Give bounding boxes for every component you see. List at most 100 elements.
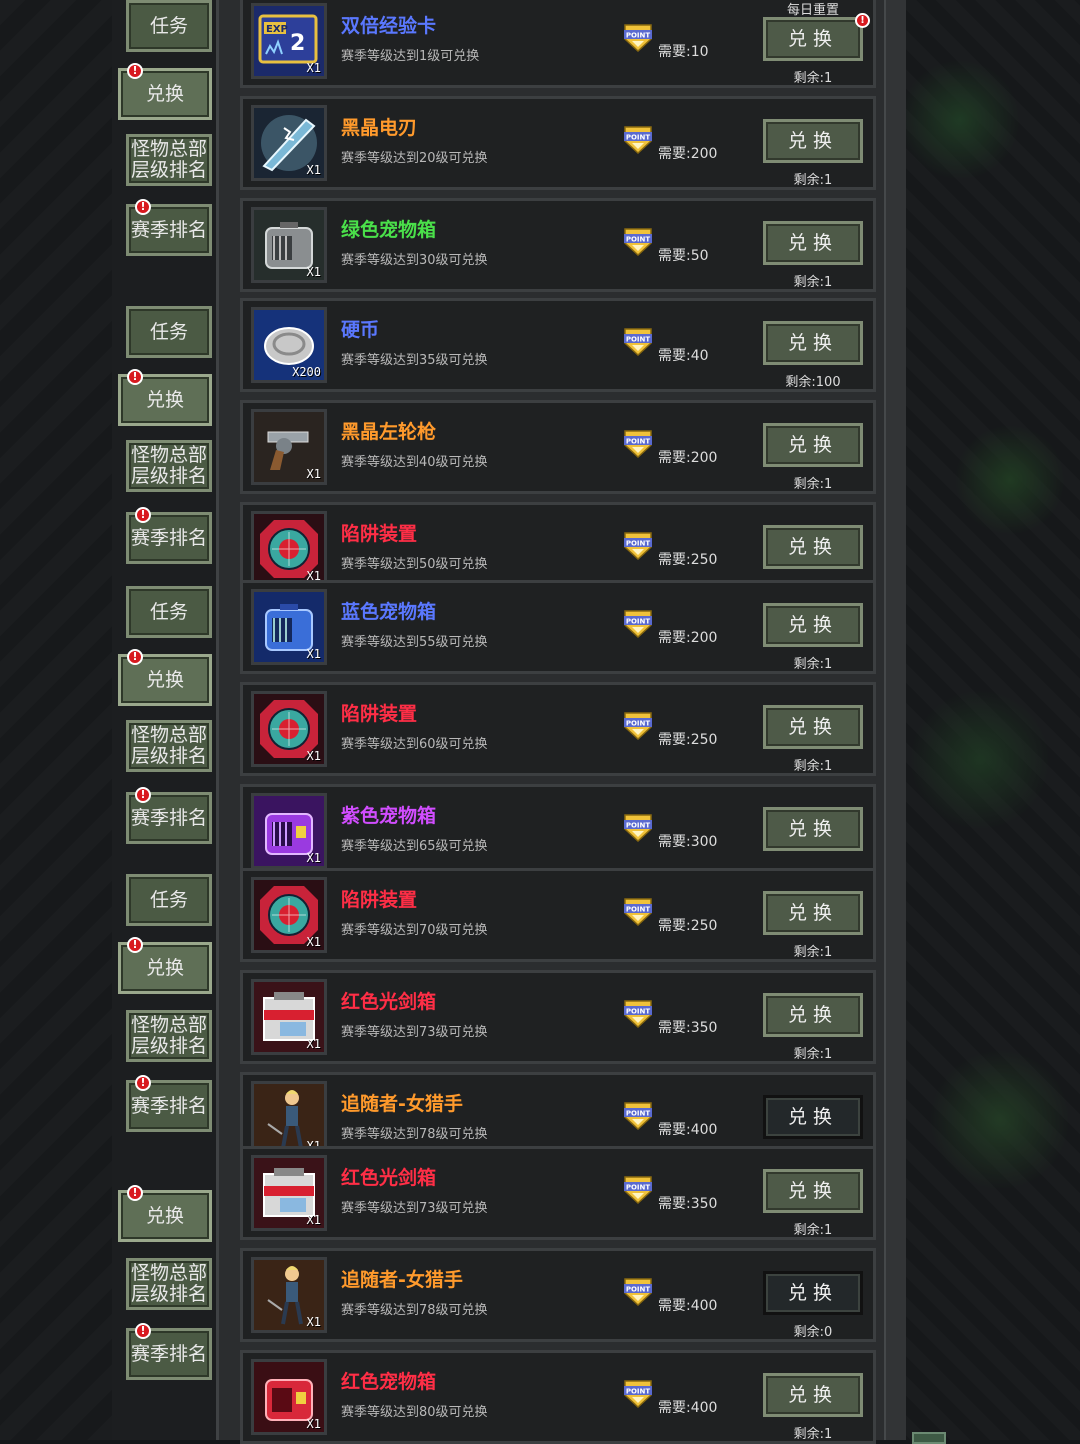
item-cost: 需要:400	[658, 1400, 718, 1416]
sidebar-tab[interactable]: 赛季排名!	[126, 199, 212, 256]
corner-button[interactable]	[912, 1432, 946, 1444]
exchange-button[interactable]: 兑换	[763, 17, 863, 61]
sidebar-tab[interactable]: 兑换!	[118, 649, 212, 706]
sidebar-tab[interactable]: 赛季排名!	[126, 1075, 212, 1132]
sidebar-tab[interactable]: 任务	[126, 874, 212, 926]
exchange-button[interactable]: 兑换	[763, 119, 863, 163]
sidebar-tab[interactable]: 任务	[126, 306, 212, 358]
remaining-count: 剩余:1	[793, 1427, 833, 1442]
alert-dot-icon: !	[135, 1075, 151, 1091]
sidebar-tab-label: 怪物总部 层级排名	[130, 138, 207, 181]
sidebar-tab[interactable]: 赛季排名!	[126, 787, 212, 844]
remaining-count: 剩余:1	[793, 173, 833, 188]
exchange-item-row: X1 陷阱装置 赛季等级达到60级可兑换 POINT 需要:250 兑换 剩余:1	[240, 682, 876, 776]
item-requirement: 赛季等级达到73级可兑换	[341, 1025, 488, 1040]
sidebar-tab[interactable]: 怪物总部 层级排名	[126, 440, 212, 492]
trap-icon: X1	[251, 691, 327, 767]
sidebar-tab[interactable]: 怪物总部 层级排名	[126, 134, 212, 186]
exchange-item-row: X1 红色宠物箱 赛季等级达到80级可兑换 POINT 需要:400 兑换 剩余:1	[240, 1350, 876, 1444]
item-requirement: 赛季等级达到60级可兑换	[341, 737, 488, 752]
exchange-button[interactable]: 兑换	[763, 423, 863, 467]
sidebar-tab[interactable]: 怪物总部 层级排名	[126, 720, 212, 772]
sidebar-tab-label: 赛季排名	[130, 806, 207, 829]
exchange-button[interactable]: 兑换	[763, 1169, 863, 1213]
exchange-button[interactable]: 兑换	[763, 705, 863, 749]
sidebar-tab[interactable]: 怪物总部 层级排名	[126, 1258, 212, 1310]
item-cost: 需要:40	[658, 348, 709, 364]
sidebar-tab[interactable]: 赛季排名!	[126, 507, 212, 564]
blade-icon: X1	[251, 105, 327, 181]
item-name: 陷阱装置	[341, 523, 418, 545]
exchange-button[interactable]: 兑换	[763, 1095, 863, 1139]
item-requirement: 赛季等级达到55级可兑换	[341, 635, 488, 650]
exchange-button[interactable]: 兑换	[763, 807, 863, 851]
item-cost: 需要:50	[658, 248, 709, 264]
exchange-item-row: X1 红色光剑箱 赛季等级达到73级可兑换 POINT 需要:350 兑换 剩余:1	[240, 1146, 876, 1240]
sidebar-tab[interactable]: 任务	[126, 0, 212, 52]
remaining-count: 剩余:100	[785, 375, 841, 390]
sidebar-tab-label: 赛季排名	[130, 1094, 207, 1117]
exchange-button[interactable]: 兑换	[763, 221, 863, 265]
sidebar-tab[interactable]: 兑换!	[118, 1185, 212, 1242]
remaining-count: 剩余:0	[793, 1325, 833, 1340]
scroll-rail[interactable]	[884, 0, 906, 1440]
item-name: 紫色宠物箱	[341, 805, 437, 827]
svg-text:POINT: POINT	[626, 822, 651, 830]
alert-dot-icon: !	[127, 1185, 143, 1201]
point-badge-icon: POINT	[621, 529, 655, 563]
remaining-count: 剩余:1	[793, 275, 833, 290]
item-cost: 需要:200	[658, 450, 718, 466]
sidebar-tab[interactable]: 赛季排名!	[126, 1323, 212, 1380]
alert-dot-icon: !	[127, 649, 143, 665]
svg-text:POINT: POINT	[626, 336, 651, 344]
svg-text:POINT: POINT	[626, 1184, 651, 1192]
coin-icon: X200	[251, 307, 327, 383]
item-cost: 需要:300	[658, 834, 718, 850]
svg-text:2: 2	[290, 31, 305, 56]
exchange-item-row: X1 紫色宠物箱 赛季等级达到65级可兑换 POINT 需要:300 兑换	[240, 784, 876, 878]
item-requirement: 赛季等级达到70级可兑换	[341, 923, 488, 938]
item-name: 硬币	[341, 319, 380, 341]
item-requirement: 赛季等级达到78级可兑换	[341, 1127, 488, 1142]
sidebar-tab[interactable]: 兑换!	[118, 369, 212, 426]
trap-icon: X1	[251, 877, 327, 953]
svg-text:POINT: POINT	[626, 618, 651, 626]
alert-dot-icon: !	[135, 1323, 151, 1339]
exchange-item-row: X1 陷阱装置 赛季等级达到70级可兑换 POINT 需要:250 兑换 剩余:1	[240, 868, 876, 962]
exchange-button[interactable]: 兑换	[763, 1373, 863, 1417]
item-requirement: 赛季等级达到35级可兑换	[341, 353, 488, 368]
item-name: 双倍经验卡	[341, 15, 437, 37]
sidebar-tab-label: 任务	[149, 600, 188, 623]
svg-text:POINT: POINT	[626, 1286, 651, 1294]
item-requirement: 赛季等级达到1级可兑换	[341, 49, 480, 64]
sidebar-tab-label: 兑换	[145, 1204, 184, 1227]
item-quantity: X1	[306, 1213, 321, 1227]
exchange-item-row: EXP 2 X1 双倍经验卡 赛季等级达到1级可兑换 POINT 需要:10 兑换 剩余:1 每日…	[240, 0, 876, 88]
point-badge-icon: POINT	[621, 1099, 655, 1133]
item-quantity: X1	[306, 61, 321, 75]
exchange-button[interactable]: 兑换	[763, 525, 863, 569]
svg-text:POINT: POINT	[626, 1388, 651, 1396]
exchange-button[interactable]: 兑换	[763, 993, 863, 1037]
point-badge-icon: POINT	[621, 709, 655, 743]
item-quantity: X1	[306, 1315, 321, 1329]
exchange-button[interactable]: 兑换	[763, 1271, 863, 1315]
remaining-count: 剩余:1	[793, 1223, 833, 1238]
sidebar-tab[interactable]: 怪物总部 层级排名	[126, 1010, 212, 1062]
item-requirement: 赛季等级达到65级可兑换	[341, 839, 488, 854]
item-name: 蓝色宠物箱	[341, 601, 437, 623]
exchange-button[interactable]: 兑换	[763, 321, 863, 365]
exchange-item-row: X1 绿色宠物箱 赛季等级达到30级可兑换 POINT 需要:50 兑换 剩余:1	[240, 198, 876, 292]
sidebar-tab[interactable]: 任务	[126, 586, 212, 638]
item-name: 红色光剑箱	[341, 1167, 437, 1189]
point-badge-icon: POINT	[621, 123, 655, 157]
exchange-button[interactable]: 兑换	[763, 891, 863, 935]
point-badge-icon: POINT	[621, 895, 655, 929]
exchange-button[interactable]: 兑换	[763, 603, 863, 647]
sidebar-tab[interactable]: 兑换!	[118, 63, 212, 120]
item-quantity: X1	[306, 1417, 321, 1431]
alert-dot-icon: !	[135, 507, 151, 523]
sidebar-tab[interactable]: 兑换!	[118, 937, 212, 994]
daily-reset-label: 每日重置	[786, 3, 839, 18]
point-badge-icon: POINT	[621, 1275, 655, 1309]
